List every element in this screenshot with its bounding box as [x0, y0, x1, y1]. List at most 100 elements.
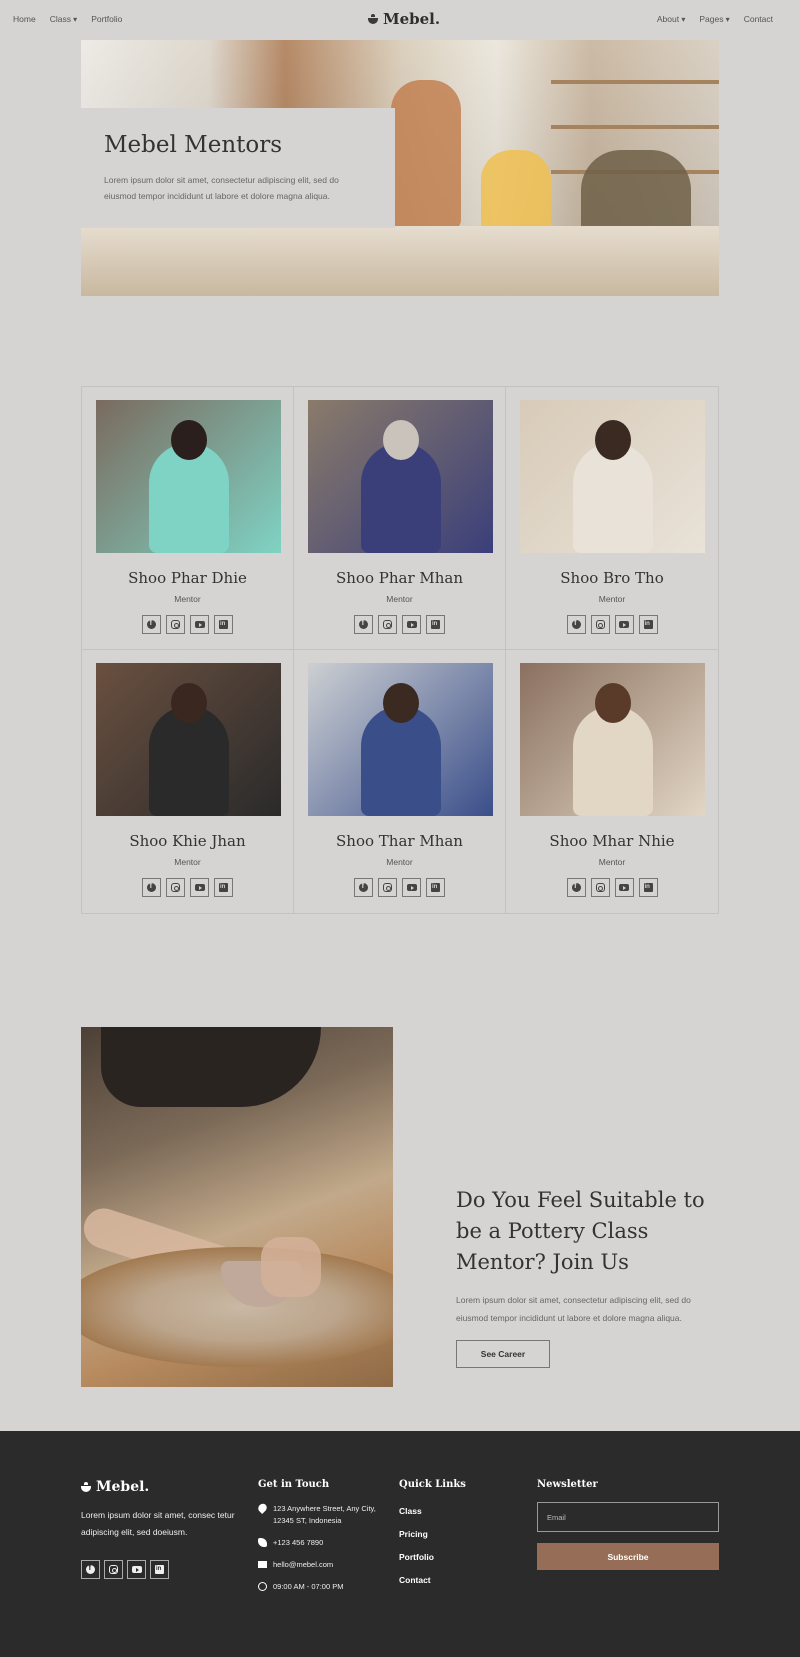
mentor-photo — [520, 400, 705, 553]
linkedin-link[interactable] — [214, 878, 233, 897]
join-text: Lorem ipsum dolor sit amet, consectetur … — [456, 1295, 691, 1323]
youtube-link[interactable] — [190, 878, 209, 897]
mentor-card: Shoo Bro Tho Mentor — [506, 387, 718, 650]
brand-logo[interactable]: Mebel. — [368, 10, 440, 28]
facebook-link[interactable] — [566, 878, 586, 897]
mentor-card: Shoo Phar Mhan Mentor — [294, 387, 506, 650]
shelf — [551, 80, 719, 84]
hero-image: Mebel Mentors Lorem ipsum dolor sit amet… — [81, 40, 719, 296]
facebook-link[interactable] — [142, 878, 161, 897]
linkedin-link[interactable] — [426, 878, 445, 897]
linkedin-link[interactable] — [150, 1560, 169, 1579]
subscribe-button[interactable]: Subscribe — [537, 1543, 719, 1570]
top-nav: Home Class Portfolio Mebel. About Pages … — [0, 0, 800, 40]
facebook-icon — [359, 881, 368, 892]
facebook-link[interactable] — [81, 1560, 100, 1579]
facebook-link[interactable] — [142, 615, 161, 634]
nav-class[interactable]: Class — [50, 14, 78, 24]
linkedin-link[interactable] — [214, 615, 233, 634]
hero-text: Lorem ipsum dolor sit amet, consectetur … — [104, 175, 339, 201]
footer-description: Lorem ipsum dolor sit amet, consec tetur… — [81, 1510, 235, 1537]
youtube-link[interactable] — [127, 1560, 146, 1579]
mentor-photo — [308, 663, 493, 816]
work-table — [81, 226, 719, 296]
instagram-link[interactable] — [166, 878, 185, 897]
contact-email: hello@mebel.com — [258, 1559, 388, 1571]
instagram-link[interactable] — [590, 878, 610, 897]
youtube-link[interactable] — [402, 878, 421, 897]
youtube-icon — [619, 884, 629, 891]
facebook-link[interactable] — [354, 878, 373, 897]
linkedin-icon — [643, 883, 653, 892]
youtube-icon — [194, 621, 205, 628]
nav-home[interactable]: Home — [13, 14, 36, 24]
instagram-link[interactable] — [104, 1560, 123, 1579]
youtube-link[interactable] — [614, 878, 634, 897]
linkedin-icon — [643, 620, 653, 629]
footer-link-portfolio[interactable]: Portfolio — [399, 1552, 434, 1562]
youtube-icon — [619, 621, 629, 628]
hair-shape — [101, 1027, 321, 1107]
instagram-icon — [171, 883, 180, 892]
facebook-icon — [147, 618, 156, 629]
instagram-link[interactable] — [378, 615, 397, 634]
mentor-role: Mentor — [598, 594, 626, 604]
contact-title: Get in Touch — [258, 1479, 330, 1490]
clock-icon — [258, 1582, 267, 1591]
hero-card: Mebel Mentors Lorem ipsum dolor sit amet… — [81, 108, 395, 228]
mail-icon — [258, 1561, 267, 1568]
linkedin-link[interactable] — [426, 615, 445, 634]
email-text[interactable]: hello@mebel.com — [273, 1559, 333, 1571]
facebook-icon — [571, 881, 581, 892]
person-figure — [391, 80, 461, 230]
mentor-photo — [520, 663, 705, 816]
mentor-name: Shoo Phar Dhie — [128, 569, 247, 587]
mentor-photo — [96, 663, 281, 816]
brand-name: Mebel. — [383, 10, 441, 28]
nav-right: About Pages Contact — [657, 14, 773, 24]
bowl-icon — [81, 1482, 91, 1492]
youtube-link[interactable] — [614, 615, 634, 634]
nav-left: Home Class Portfolio — [13, 14, 122, 24]
youtube-icon — [194, 884, 205, 891]
mentor-grid: Shoo Phar Dhie Mentor Shoo Phar Mhan Men… — [81, 386, 719, 914]
nav-about[interactable]: About — [657, 14, 685, 24]
instagram-link[interactable] — [166, 615, 185, 634]
youtube-link[interactable] — [402, 615, 421, 634]
phone-icon — [258, 1538, 267, 1547]
facebook-link[interactable] — [354, 615, 373, 634]
mentor-name: Shoo Mhar Nhie — [549, 832, 675, 850]
youtube-icon — [131, 1566, 142, 1573]
contact-list: 123 Anywhere Street, Any City, 12345 ST,… — [256, 1501, 388, 1603]
instagram-icon — [595, 883, 605, 892]
footer-brand-name: Mebel. — [96, 1479, 150, 1495]
contact-phone: +123 456 7890 — [258, 1537, 388, 1549]
contact-address: 123 Anywhere Street, Any City, 12345 ST,… — [256, 1501, 388, 1527]
nav-portfolio[interactable]: Portfolio — [91, 14, 122, 24]
newsletter-email-input[interactable] — [537, 1502, 719, 1532]
footer-link-pricing[interactable]: Pricing — [399, 1529, 434, 1539]
join-section: Do You Feel Suitable to be a Pottery Cla… — [456, 1185, 718, 1368]
phone-text[interactable]: +123 456 7890 — [273, 1537, 323, 1549]
nav-contact[interactable]: Contact — [744, 14, 773, 24]
linkedin-link[interactable] — [638, 615, 658, 634]
youtube-link[interactable] — [190, 615, 209, 634]
footer-logo[interactable]: Mebel. — [81, 1479, 149, 1495]
quick-links: Class Pricing Portfolio Contact — [399, 1506, 434, 1598]
linkedin-icon — [431, 620, 440, 629]
instagram-link[interactable] — [378, 878, 397, 897]
mentor-socials — [294, 878, 505, 897]
facebook-link[interactable] — [566, 615, 586, 634]
linkedin-link[interactable] — [638, 878, 658, 897]
mentor-role: Mentor — [174, 857, 201, 867]
see-career-button[interactable]: See Career — [456, 1340, 550, 1368]
footer-link-contact[interactable]: Contact — [399, 1575, 434, 1585]
join-title: Do You Feel Suitable to be a Pottery Cla… — [456, 1188, 705, 1274]
instagram-link[interactable] — [590, 615, 610, 634]
nav-pages[interactable]: Pages — [699, 14, 729, 24]
shelf — [551, 125, 719, 129]
footer-link-class[interactable]: Class — [399, 1506, 434, 1516]
mentor-name: Shoo Thar Mhan — [336, 832, 463, 850]
facebook-icon — [86, 1563, 95, 1574]
mentor-name: Shoo Bro Tho — [560, 569, 664, 587]
